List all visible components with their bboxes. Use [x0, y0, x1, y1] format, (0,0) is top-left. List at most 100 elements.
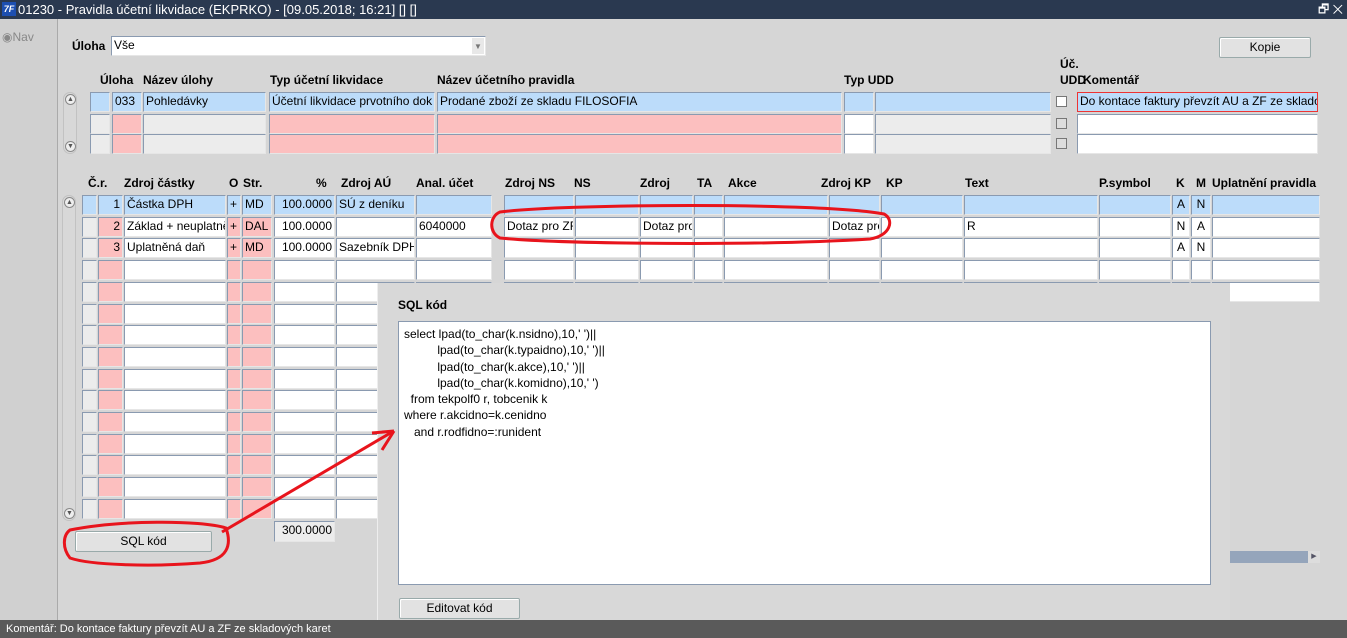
table-cell[interactable]	[98, 260, 123, 280]
table-cell[interactable]	[98, 434, 123, 454]
top-grid-cell[interactable]	[844, 114, 874, 134]
top-grid-cell[interactable]	[269, 134, 435, 154]
table-cell[interactable]	[242, 347, 272, 367]
table-cell[interactable]	[98, 304, 123, 324]
table-cell[interactable]: 100.0000	[274, 217, 335, 237]
table-cell[interactable]: 3	[98, 238, 123, 258]
table-cell[interactable]	[964, 195, 1098, 215]
table-cell[interactable]	[829, 260, 880, 280]
top-grid-cell[interactable]: 033	[112, 92, 142, 112]
table-cell[interactable]	[227, 347, 241, 367]
table-cell[interactable]	[242, 325, 272, 345]
udd-checkbox[interactable]	[1056, 96, 1067, 107]
row-marker[interactable]	[82, 260, 97, 280]
table-cell[interactable]	[274, 455, 335, 475]
table-cell[interactable]	[829, 195, 880, 215]
table-cell[interactable]	[504, 238, 574, 258]
top-grid-cell[interactable]	[112, 134, 142, 154]
table-cell[interactable]: Dotaz pro	[829, 217, 880, 237]
nav-toggle[interactable]: ◉Nav	[2, 30, 34, 44]
table-cell[interactable]	[640, 195, 693, 215]
table-cell[interactable]	[98, 282, 123, 302]
table-cell[interactable]	[881, 260, 963, 280]
table-cell[interactable]	[724, 238, 828, 258]
table-cell[interactable]	[124, 347, 226, 367]
table-cell[interactable]	[242, 260, 272, 280]
table-cell[interactable]	[124, 434, 226, 454]
top-grid-scrollbar[interactable]: ▲ ▼	[63, 92, 77, 154]
row-marker[interactable]	[82, 369, 97, 389]
table-cell[interactable]	[98, 347, 123, 367]
table-cell[interactable]: 2	[98, 217, 123, 237]
table-cell[interactable]	[694, 260, 723, 280]
uloha-select[interactable]: Vše ▼	[111, 36, 486, 56]
table-cell[interactable]: Dotaz pro ZF	[504, 217, 574, 237]
top-grid-cell[interactable]	[844, 134, 874, 154]
top-grid-cell[interactable]	[90, 92, 110, 112]
table-cell[interactable]	[274, 499, 335, 519]
table-cell[interactable]: +	[227, 238, 241, 258]
table-cell[interactable]	[98, 369, 123, 389]
sql-code-textarea[interactable]: select lpad(to_char(k.nsidno),10,' ')|| …	[398, 321, 1211, 585]
row-marker[interactable]	[82, 238, 97, 258]
table-cell[interactable]	[124, 304, 226, 324]
table-cell[interactable]: R	[964, 217, 1098, 237]
table-cell[interactable]	[274, 260, 335, 280]
table-cell[interactable]	[227, 412, 241, 432]
scroll-down-icon[interactable]: ▼	[65, 141, 76, 152]
table-cell[interactable]	[1172, 260, 1190, 280]
table-cell[interactable]	[640, 238, 693, 258]
table-cell[interactable]	[124, 325, 226, 345]
table-cell[interactable]	[98, 499, 123, 519]
table-cell[interactable]	[124, 412, 226, 432]
table-cell[interactable]	[881, 195, 963, 215]
table-cell[interactable]: A	[1172, 195, 1190, 215]
top-grid-cell[interactable]: Účetní likvidace prvotního dok	[269, 92, 435, 112]
table-cell[interactable]: Uplatněná daň	[124, 238, 226, 258]
top-grid-cell[interactable]: Prodané zboží ze skladu FILOSOFIA	[437, 92, 842, 112]
table-cell[interactable]	[242, 499, 272, 519]
top-grid-cell[interactable]	[90, 114, 110, 134]
table-cell[interactable]	[227, 499, 241, 519]
table-cell[interactable]	[124, 499, 226, 519]
table-cell[interactable]	[274, 347, 335, 367]
table-cell[interactable]	[274, 282, 335, 302]
table-cell[interactable]	[242, 455, 272, 475]
table-cell[interactable]	[1212, 217, 1320, 237]
table-cell[interactable]	[881, 238, 963, 258]
chevron-down-icon[interactable]: ▼	[472, 38, 484, 54]
horizontal-scrollbar[interactable]: ▶	[1229, 551, 1320, 563]
table-cell[interactable]	[242, 412, 272, 432]
table-cell[interactable]	[1099, 238, 1171, 258]
table-cell[interactable]: Sazebník DPH	[336, 238, 415, 258]
table-cell[interactable]	[504, 260, 574, 280]
scroll-up-icon[interactable]: ▲	[64, 197, 75, 208]
table-cell[interactable]	[124, 260, 226, 280]
row-marker[interactable]	[82, 477, 97, 497]
table-cell[interactable]	[575, 217, 639, 237]
table-cell[interactable]	[964, 238, 1098, 258]
row-marker[interactable]	[82, 195, 97, 215]
table-cell[interactable]	[694, 217, 723, 237]
table-cell[interactable]: Základ + neuplatněná daň	[124, 217, 226, 237]
udd-checkbox[interactable]	[1056, 118, 1067, 129]
table-cell[interactable]	[274, 304, 335, 324]
table-cell[interactable]: 6040000	[416, 217, 492, 237]
table-cell[interactable]: N	[1191, 238, 1211, 258]
table-cell[interactable]	[575, 238, 639, 258]
top-grid-cell[interactable]	[875, 92, 1051, 112]
table-cell[interactable]: A	[1191, 217, 1211, 237]
table-cell[interactable]	[227, 260, 241, 280]
top-grid-cell[interactable]	[143, 114, 266, 134]
table-cell[interactable]: 100.0000	[274, 195, 335, 215]
table-cell[interactable]: +	[227, 217, 241, 237]
table-cell[interactable]	[227, 477, 241, 497]
table-cell[interactable]: DAL	[242, 217, 272, 237]
table-cell[interactable]	[416, 238, 492, 258]
table-cell[interactable]	[1212, 260, 1320, 280]
row-marker[interactable]	[82, 499, 97, 519]
top-grid-cell[interactable]	[437, 134, 842, 154]
table-cell[interactable]	[227, 434, 241, 454]
close-icon[interactable]: ✕	[1333, 2, 1343, 16]
table-cell[interactable]: Částka DPH	[124, 195, 226, 215]
